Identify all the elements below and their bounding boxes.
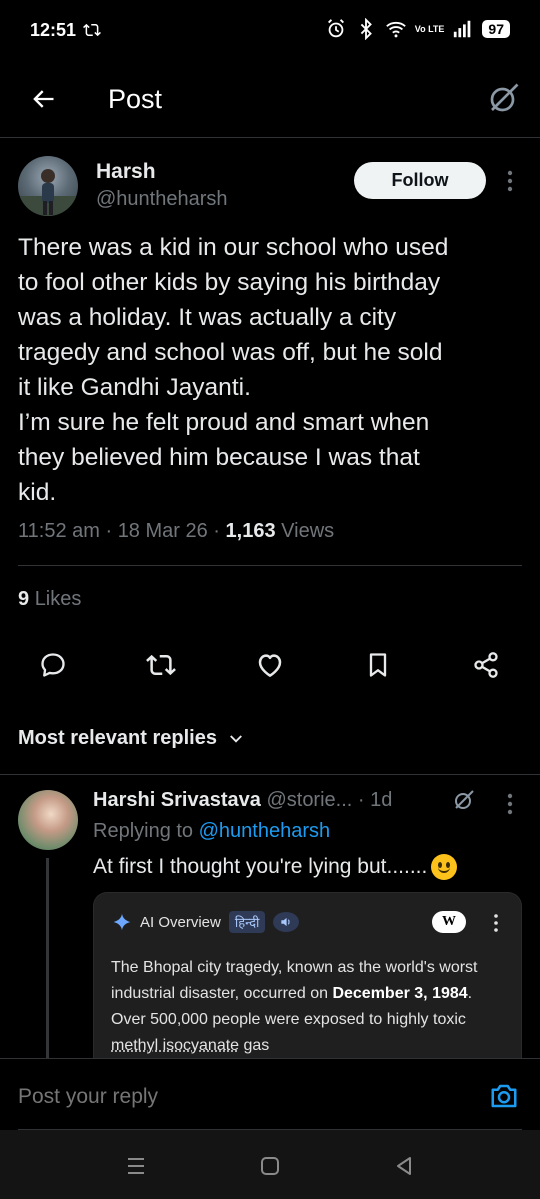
replying-to-handle[interactable]: @huntheharsh [199, 820, 331, 842]
follow-button[interactable]: Follow [354, 162, 486, 199]
ai-overview-header: AI Overview हिन्दी [112, 911, 300, 933]
signal-icon [454, 20, 471, 38]
reply-input[interactable] [18, 1085, 438, 1109]
reply-text: At first I thought you're lying but.....… [93, 854, 458, 880]
grok-icon[interactable] [452, 788, 476, 812]
top-app-bar: Post [0, 64, 540, 138]
reply-button[interactable] [36, 648, 70, 682]
post-line: I’m sure he felt proud and smart when [18, 409, 430, 436]
chevron-down-icon [230, 734, 242, 743]
system-nav-bar [0, 1130, 540, 1199]
back-button[interactable] [26, 82, 60, 116]
arrow-left-icon [33, 90, 54, 108]
recent-apps-icon[interactable] [124, 1154, 148, 1178]
likes-label: Likes [34, 588, 82, 610]
reply-avatar[interactable] [18, 790, 78, 850]
person-photo-icon [18, 169, 78, 216]
retweet-notification-icon [83, 23, 101, 37]
replies-sort-dropdown[interactable]: Most relevant replies [18, 727, 245, 750]
heart-icon [258, 654, 282, 677]
reply-compose-bar [0, 1058, 540, 1130]
post-line: There was a kid in our school who used [18, 234, 449, 261]
status-bar: 12:51 Vo LTE 97 [0, 0, 540, 64]
ai-text-bold: December 3, 1984 [332, 985, 468, 1002]
post-line: it like Gandhi Jayanti. [18, 374, 251, 401]
post-line: to fool other kids by saying his birthda… [18, 269, 441, 296]
slightly-smiling-face-icon [431, 854, 458, 880]
author-handle[interactable]: @huntheharsh [96, 188, 228, 211]
reply-age: · 1d [357, 789, 393, 811]
likes-summary[interactable]: 9 Likes [18, 588, 81, 611]
back-nav-icon[interactable] [392, 1154, 416, 1178]
battery-indicator: 97 [482, 20, 510, 38]
ai-overview-title: AI Overview [140, 913, 221, 931]
views-count: 1,163 [225, 520, 276, 542]
repost-icon [146, 654, 176, 676]
reply-author-handle[interactable]: @storie... [266, 789, 352, 811]
post-text: There was a kid in our school who used t… [18, 230, 523, 510]
thread-line [46, 858, 49, 1058]
speaker-icon [273, 912, 300, 932]
wikipedia-icon: W [432, 911, 466, 933]
more-options-icon[interactable] [500, 168, 520, 194]
bookmark-button[interactable] [361, 648, 395, 682]
ai-text-part: gas [239, 1037, 270, 1054]
post-time: 11:52 am [18, 520, 100, 542]
page-title: Post [108, 84, 163, 114]
wifi-icon [385, 21, 406, 38]
reply-icon [41, 653, 65, 677]
volte-indicator: Vo LTE [414, 23, 445, 34]
ai-text-term: methyl isocyanate [111, 1037, 240, 1054]
more-options-icon[interactable] [500, 792, 520, 816]
post-meta: 11:52 am · 18 Mar 26 · 1,163 Views [18, 520, 335, 542]
likes-count: 9 [18, 588, 30, 610]
camera-icon[interactable] [488, 1081, 520, 1111]
reply-author-name[interactable]: Harshi Srivastava [93, 789, 261, 811]
sparkle-icon [113, 913, 131, 931]
divider [0, 774, 540, 775]
bookmark-icon [369, 653, 387, 677]
replying-to: Replying to @huntheharsh [93, 820, 330, 843]
divider [18, 565, 522, 566]
author-avatar[interactable] [18, 156, 78, 216]
ai-overview-text: The Bhopal city tragedy, known as the wo… [111, 955, 511, 1058]
post-date: 18 Mar 26 [117, 520, 208, 542]
post-actions [0, 648, 540, 688]
reply-text-content: At first I thought you're lying but.....… [93, 855, 428, 878]
post-line: was a holiday. It was actually a city [18, 304, 397, 331]
post-line: they believed him because I was that [18, 444, 420, 471]
share-button[interactable] [469, 648, 503, 682]
share-icon [474, 652, 498, 678]
post-line: tragedy and school was off, but he sold [18, 339, 443, 366]
status-time: 12:51 [30, 20, 77, 40]
post-line: kid. [18, 479, 57, 506]
bluetooth-icon [360, 18, 372, 40]
hindi-chip: हिन्दी [228, 911, 266, 933]
like-button[interactable] [253, 648, 287, 682]
replying-to-prefix: Replying to [93, 820, 194, 842]
alarm-icon [327, 19, 344, 38]
views-label[interactable]: Views [281, 520, 334, 542]
grok-icon[interactable] [486, 80, 522, 116]
more-options-icon [494, 914, 498, 932]
repost-button[interactable] [144, 648, 178, 682]
replies-sort-label: Most relevant replies [18, 727, 217, 749]
home-icon[interactable] [258, 1154, 282, 1178]
reply-header: Harshi Srivastava @storie... · 1d [93, 789, 392, 812]
reply-media-image[interactable]: AI Overview हिन्दी W The Bhopal city tra… [93, 892, 522, 1058]
author-name[interactable]: Harsh [96, 160, 156, 184]
